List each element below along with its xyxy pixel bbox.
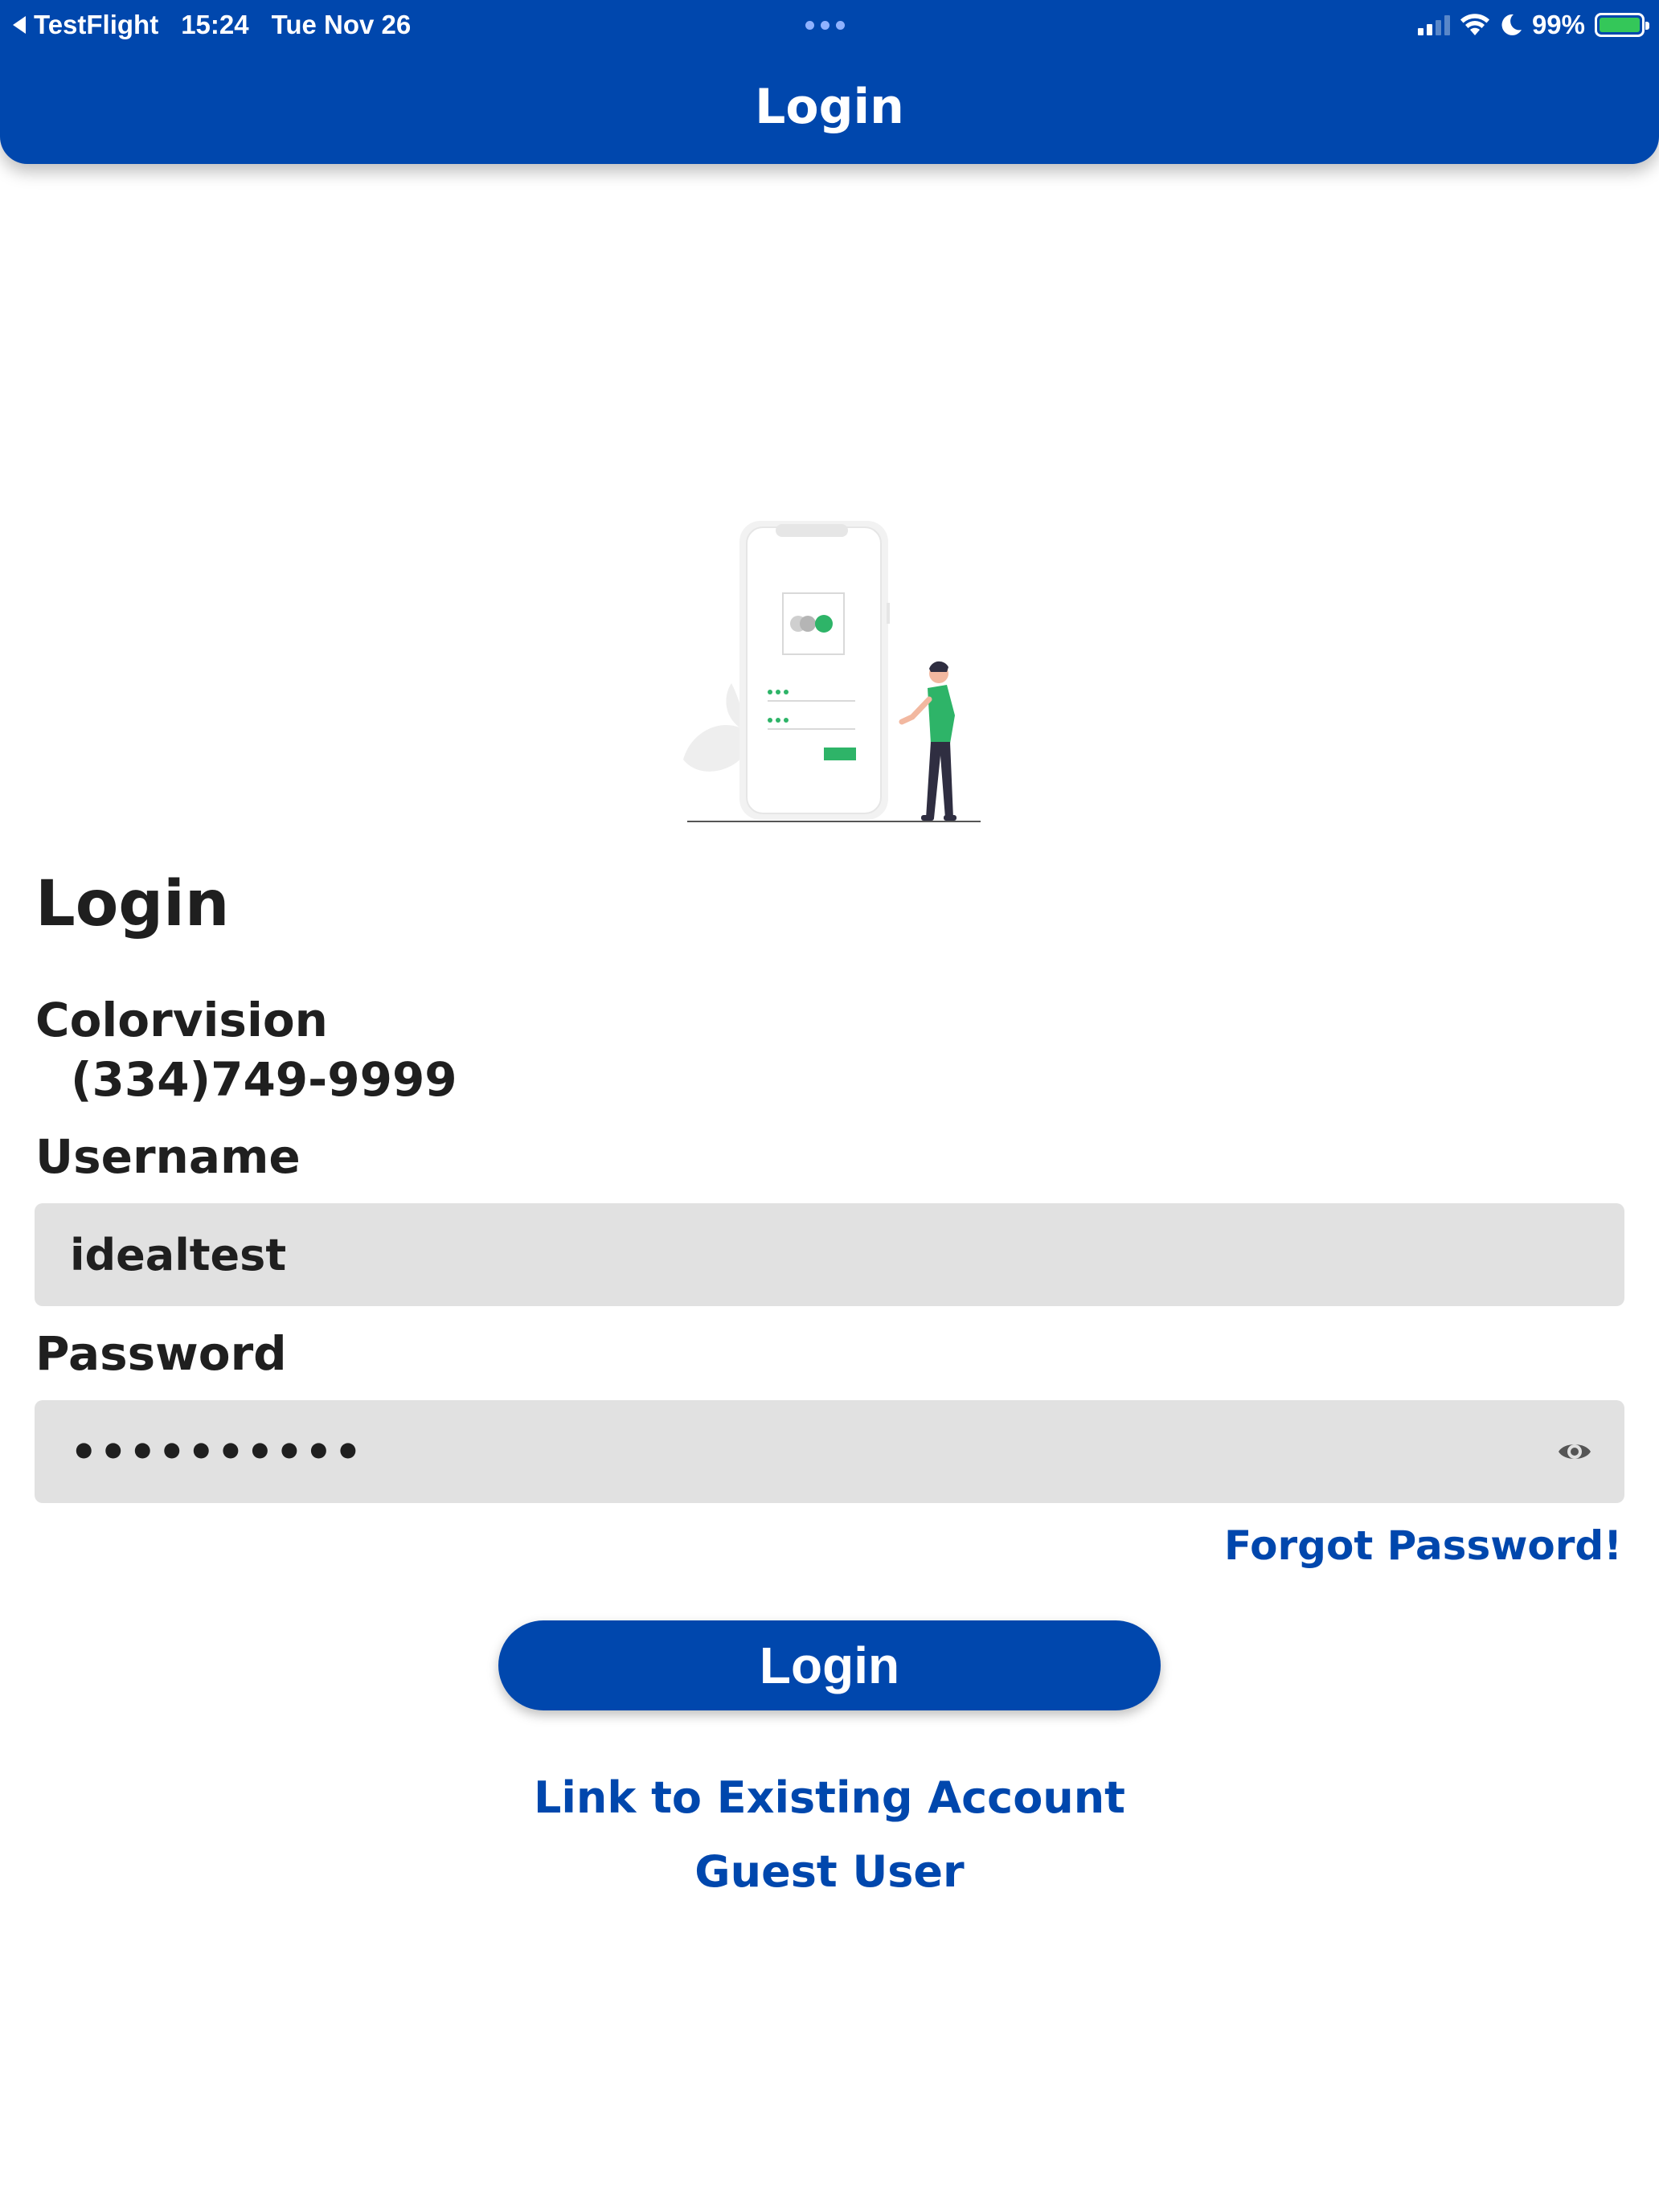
back-triangle-icon[interactable] bbox=[13, 16, 26, 34]
forgot-password-link[interactable]: Forgot Password! bbox=[1224, 1522, 1622, 1569]
multitasking-dots-icon[interactable] bbox=[805, 21, 845, 30]
link-existing-account[interactable]: Link to Existing Account bbox=[0, 1772, 1659, 1823]
login-illustration bbox=[683, 521, 981, 822]
password-field[interactable]: •••••••••• bbox=[35, 1400, 1624, 1503]
username-field[interactable]: idealtest bbox=[35, 1203, 1624, 1306]
company-name: Colorvision bbox=[35, 993, 328, 1047]
login-button[interactable]: Login bbox=[498, 1620, 1161, 1710]
status-time: 15:24 bbox=[181, 10, 249, 39]
wifi-icon bbox=[1460, 14, 1489, 35]
password-label: Password bbox=[35, 1326, 287, 1381]
login-button-label: Login bbox=[759, 1636, 900, 1694]
company-info: Colorvision (334)749-9999 bbox=[35, 990, 457, 1109]
username-label: Username bbox=[35, 1129, 301, 1184]
header-title: Login bbox=[755, 79, 904, 135]
company-phone: (334)749-9999 bbox=[71, 1052, 457, 1107]
status-right: 99% bbox=[1417, 6, 1649, 43]
back-app-label[interactable]: TestFlight bbox=[34, 10, 158, 40]
status-date: Tue Nov 26 bbox=[271, 10, 412, 39]
password-value[interactable]: •••••••••• bbox=[70, 1427, 363, 1477]
status-bar: TestFlight 15:24 Tue Nov 26 99% bbox=[0, 6, 1659, 43]
eye-icon[interactable] bbox=[1557, 1437, 1592, 1466]
guest-user-link[interactable]: Guest User bbox=[0, 1846, 1659, 1897]
battery-percent: 99% bbox=[1531, 10, 1585, 39]
username-value[interactable]: idealtest bbox=[70, 1230, 286, 1280]
cellular-signal-icon bbox=[1417, 14, 1450, 35]
status-left: TestFlight 15:24 Tue Nov 26 bbox=[13, 6, 433, 43]
app-header: TestFlight 15:24 Tue Nov 26 99% Login bbox=[0, 0, 1659, 164]
battery-icon bbox=[1595, 13, 1649, 37]
page-title: Login bbox=[35, 868, 230, 940]
moon-icon bbox=[1501, 14, 1522, 35]
